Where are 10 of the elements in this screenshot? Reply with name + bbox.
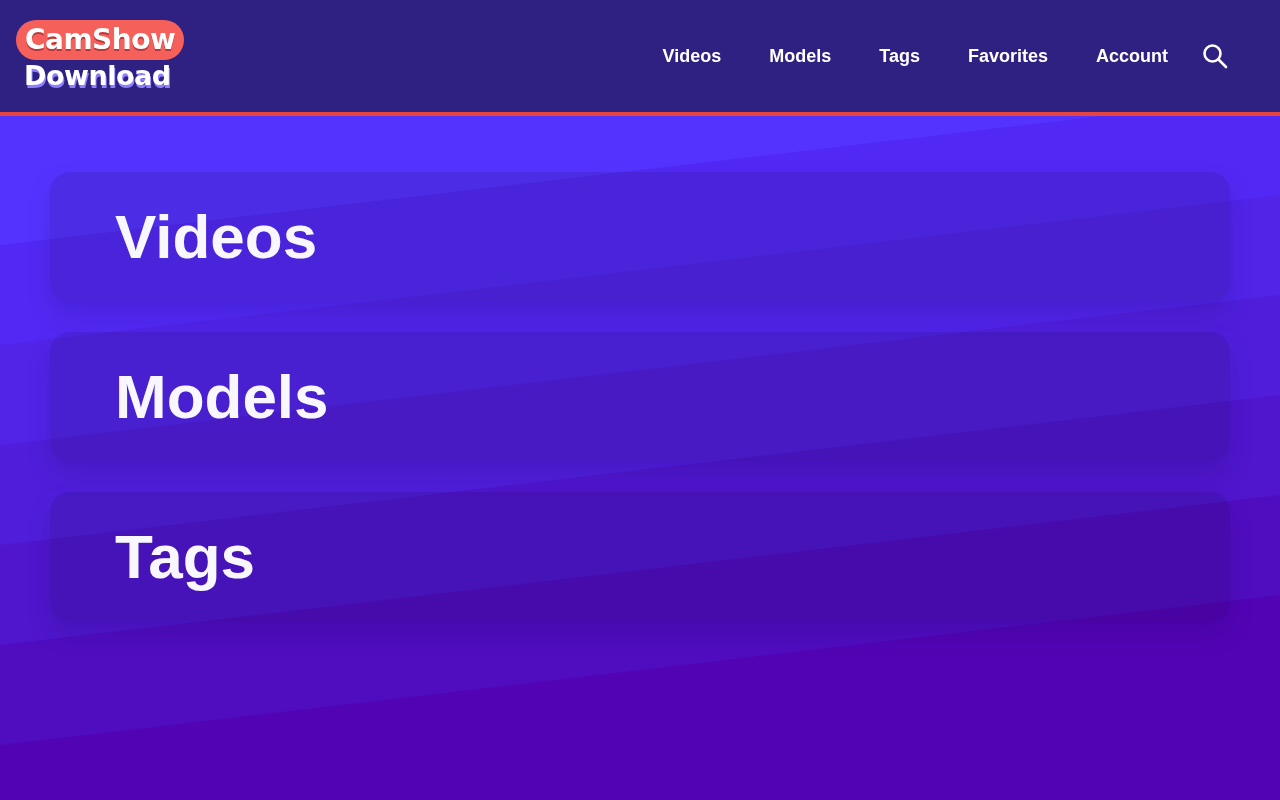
category-card[interactable]: Tags xyxy=(50,492,1230,622)
search-button[interactable] xyxy=(1202,43,1228,69)
category-card[interactable]: Models xyxy=(50,332,1230,462)
nav-link[interactable]: Favorites xyxy=(967,47,1048,65)
nav-link[interactable]: Tags xyxy=(879,47,920,65)
search-icon xyxy=(1202,43,1228,69)
nav-link[interactable]: Models xyxy=(769,47,832,65)
nav-link[interactable]: Account xyxy=(1096,47,1168,65)
nav-link[interactable]: Videos xyxy=(662,47,722,65)
category-card[interactable]: Videos xyxy=(50,172,1230,302)
